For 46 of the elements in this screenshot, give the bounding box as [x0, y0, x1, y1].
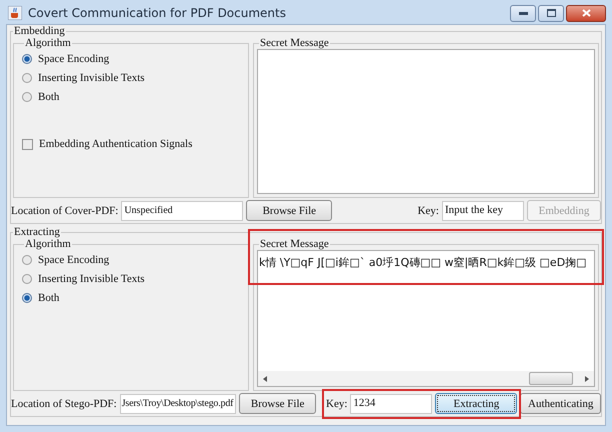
field-label: Key:	[418, 204, 439, 216]
browse-button[interactable]: Browse File	[239, 393, 316, 414]
action-button[interactable]: Extracting	[435, 393, 518, 414]
group-title: Algorithm	[24, 238, 72, 250]
minimize-icon	[518, 12, 528, 14]
radio-button[interactable]	[22, 92, 32, 102]
radio-option[interactable]: Both	[22, 91, 240, 103]
maximize-button[interactable]	[538, 4, 564, 22]
group-title: Embedding	[13, 25, 66, 37]
group-title: Secret Message	[259, 37, 330, 49]
maximize-icon	[546, 9, 556, 17]
scroll-right-icon[interactable]	[585, 376, 589, 382]
radio-option[interactable]: Inserting Invisible Texts	[22, 273, 240, 285]
action-button[interactable]: Authenticating	[520, 393, 602, 414]
radio-option[interactable]: Inserting Invisible Texts	[22, 72, 240, 84]
radio-button[interactable]	[22, 54, 32, 64]
location-field[interactable]: Jsers\Troy\Desktop\stego.pdf	[120, 394, 236, 414]
radio-button[interactable]	[22, 255, 32, 265]
horizontal-scrollbar[interactable]	[258, 371, 594, 386]
group-title: Algorithm	[24, 37, 72, 49]
browse-button[interactable]: Browse File	[246, 200, 332, 221]
message-text-area[interactable]: k情 \Y□qF J[□i鉾□` a0垀1Q磚□□ w窒|晒R□k鉾□级 □eD掬□	[257, 250, 595, 387]
scrollbar-thumb[interactable]	[529, 372, 573, 385]
checkbox[interactable]	[22, 138, 33, 150]
field-label: Location of Cover-PDF:	[11, 204, 118, 216]
radio-option[interactable]: Space Encoding	[22, 254, 240, 266]
field-label: Key:	[326, 398, 348, 410]
key-field[interactable]: 1234	[350, 394, 432, 414]
close-button[interactable]	[566, 4, 606, 22]
radio-button[interactable]	[22, 73, 32, 83]
group-title: Extracting	[13, 226, 61, 238]
group-title: Secret Message	[259, 238, 330, 250]
checkbox-option[interactable]: Embedding Authentication Signals	[22, 138, 240, 150]
radio-button[interactable]	[22, 274, 32, 284]
radio-option[interactable]: Space Encoding	[22, 53, 240, 65]
close-icon	[582, 9, 590, 17]
window-title: Covert Communication for PDF Documents	[28, 6, 286, 20]
field-label: Location of Stego-PDF:	[11, 398, 117, 410]
key-field[interactable]: Input the key	[442, 200, 524, 220]
coffee-cup-icon	[8, 6, 22, 20]
message-text: k情 \Y□qF J[□i鉾□` a0垀1Q磚□□ w窒|晒R□k鉾□级 □eD掬□	[259, 256, 587, 269]
radio-option[interactable]: Both	[22, 292, 240, 304]
location-field[interactable]: Unspecified	[121, 200, 244, 220]
minimize-button[interactable]	[510, 4, 536, 22]
scroll-left-icon[interactable]	[263, 376, 267, 382]
radio-button[interactable]	[22, 293, 32, 303]
